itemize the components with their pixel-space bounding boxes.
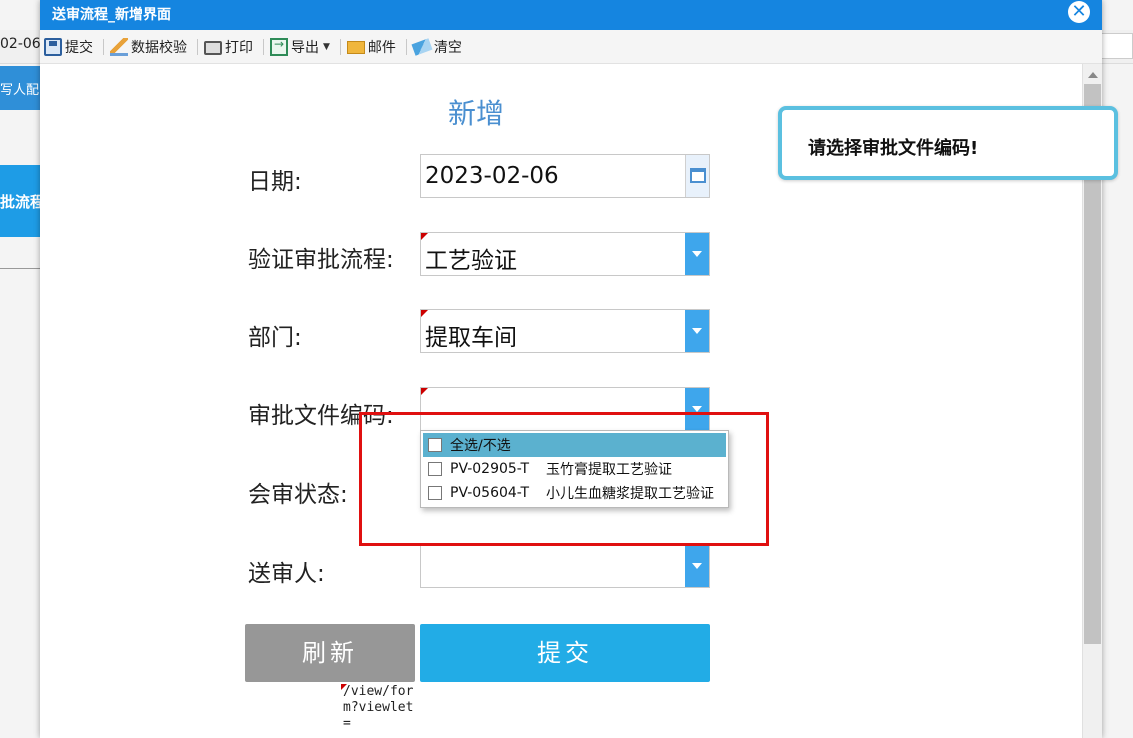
validate-label: 数据校验 <box>131 39 187 56</box>
submitter-dropdown-button[interactable] <box>685 545 709 587</box>
toolbar-separator <box>197 38 198 55</box>
eraser-icon <box>411 37 433 56</box>
process-select[interactable]: 工艺验证 <box>420 232 710 276</box>
background-date-fragment: 02-06 <box>0 36 41 52</box>
scroll-up-icon[interactable] <box>1088 72 1098 78</box>
mail-button[interactable]: 邮件 <box>345 34 402 60</box>
submit-toolbar-button[interactable]: 提交 <box>42 34 99 60</box>
background-block: 批流程 <box>0 165 40 237</box>
calendar-button[interactable] <box>685 155 709 197</box>
export-icon <box>270 37 288 56</box>
chevron-down-icon <box>692 563 702 569</box>
required-marker <box>421 233 428 240</box>
department-label: 部门: <box>248 325 302 351</box>
export-label: 导出 <box>291 39 319 56</box>
chevron-down-icon: ▼ <box>323 41 330 52</box>
submitter-select[interactable] <box>420 544 710 588</box>
toolbar-separator <box>339 38 341 55</box>
calendar-icon <box>690 168 706 183</box>
department-select[interactable]: 提取车间 <box>420 309 710 353</box>
chevron-down-icon <box>692 328 702 334</box>
background-input <box>1100 33 1133 59</box>
department-dropdown-button[interactable] <box>685 310 709 352</box>
process-dropdown-button[interactable] <box>685 233 709 275</box>
required-marker <box>421 310 428 317</box>
department-value: 提取车间 <box>425 325 517 351</box>
refresh-button[interactable]: 刷新 <box>245 624 415 682</box>
submit-toolbar-label: 提交 <box>65 39 93 56</box>
validate-button[interactable]: 数据校验 <box>108 34 193 60</box>
required-marker <box>421 388 428 395</box>
clear-button[interactable]: 清空 <box>411 34 468 60</box>
envelope-icon <box>346 41 365 54</box>
form-title: 新增 <box>448 97 505 130</box>
submitter-label: 送审人: <box>248 561 325 587</box>
toast-message: 请选择审批文件编码! <box>808 138 979 159</box>
mail-label: 邮件 <box>367 39 396 56</box>
save-icon <box>44 37 62 56</box>
process-label: 验证审批流程: <box>248 247 394 273</box>
date-label: 日期: <box>248 169 302 195</box>
date-value: 2023-02-06 <box>425 163 559 189</box>
date-field[interactable]: 2023-02-06 <box>420 154 710 198</box>
toolbar: 提交 数据校验 打印 导出 ▼ 邮件 清空 <box>40 30 1102 64</box>
dialog-title: 送审流程_新增界面 <box>52 7 171 23</box>
url-fragment: /view/form?viewlet= <box>343 684 414 731</box>
background-bar: 写人配 <box>0 66 40 110</box>
close-icon[interactable]: ✕ <box>1068 1 1090 23</box>
print-button[interactable]: 打印 <box>202 34 259 60</box>
dialog-titlebar: 送审流程_新增界面 ✕ <box>40 0 1102 30</box>
background-divider <box>0 268 40 269</box>
print-label: 打印 <box>225 39 253 56</box>
printer-icon <box>204 40 222 55</box>
clear-label: 清空 <box>433 39 462 56</box>
chevron-down-icon <box>692 251 702 257</box>
toolbar-separator <box>405 38 407 55</box>
review-status-label: 会审状态: <box>248 482 348 508</box>
export-button[interactable]: 导出 ▼ <box>268 34 336 60</box>
process-value: 工艺验证 <box>425 248 517 274</box>
pencil-ruler-icon <box>110 37 128 56</box>
toolbar-separator <box>103 38 104 55</box>
submit-button[interactable]: 提交 <box>420 624 710 682</box>
highlight-box <box>359 412 769 546</box>
toolbar-separator <box>263 38 264 55</box>
toast-notification: 请选择审批文件编码! <box>778 106 1118 180</box>
